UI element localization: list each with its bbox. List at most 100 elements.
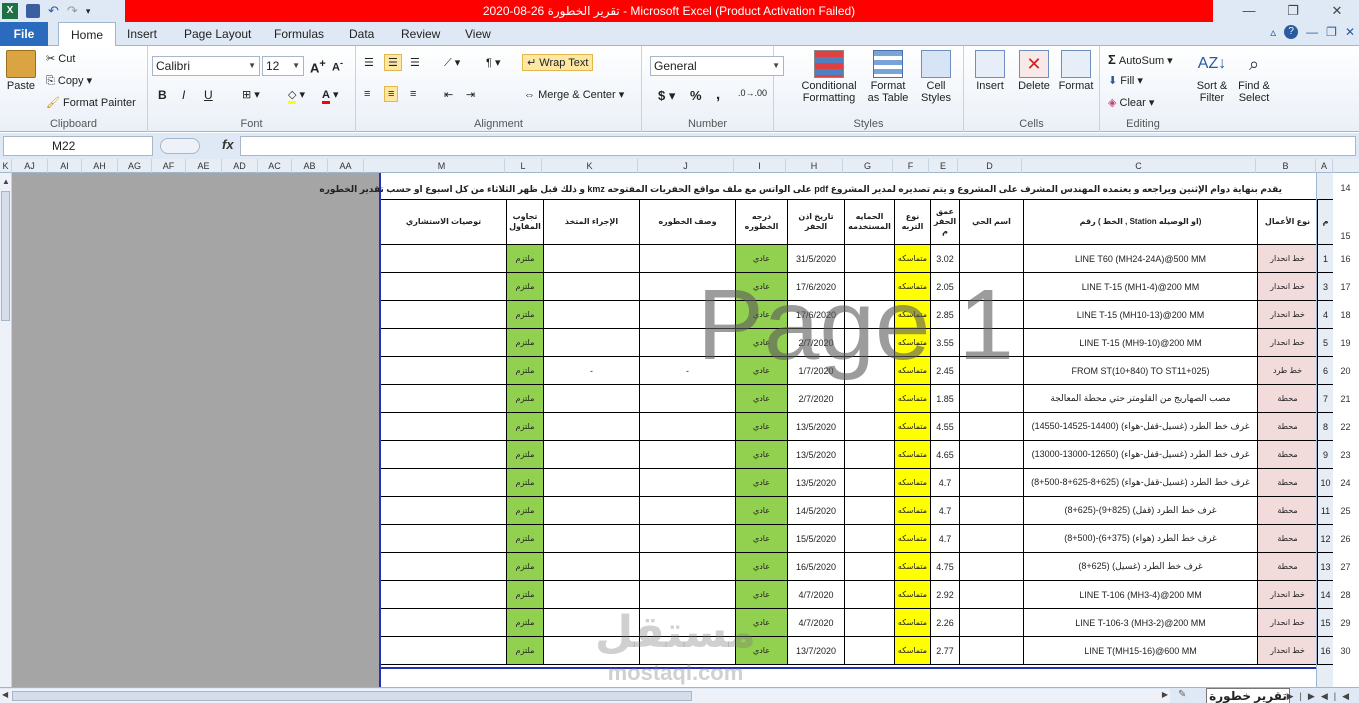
minimize-icon[interactable]: — xyxy=(1227,0,1271,22)
ribbon-minimize-icon[interactable]: ▵ xyxy=(1270,25,1276,39)
formula-input[interactable] xyxy=(240,136,1356,156)
row-index-cell[interactable]: 10 xyxy=(1317,469,1334,497)
table-cell[interactable]: - xyxy=(544,357,640,385)
table-cell[interactable] xyxy=(845,469,895,497)
scroll-right-icon[interactable]: ▶ xyxy=(1162,690,1168,699)
table-cell[interactable] xyxy=(640,469,736,497)
table-cell[interactable] xyxy=(845,609,895,637)
row-number[interactable]: 26 xyxy=(1337,534,1354,544)
delete-button[interactable]: ✕ Delete xyxy=(1014,50,1054,92)
table-cell[interactable] xyxy=(544,245,640,273)
sheet-prev-icon[interactable]: ◀ xyxy=(1321,691,1334,701)
table-cell[interactable]: عادي xyxy=(736,581,788,609)
header-cell-m[interactable]: م xyxy=(1317,199,1334,245)
table-cell[interactable]: محطة xyxy=(1258,385,1318,413)
table-cell[interactable] xyxy=(640,413,736,441)
table-cell[interactable]: 4.75 xyxy=(931,553,960,581)
table-cell[interactable] xyxy=(845,497,895,525)
window-close-icon[interactable]: ✕ xyxy=(1345,25,1355,39)
table-cell[interactable] xyxy=(544,525,640,553)
table-cell[interactable]: متماسكه xyxy=(895,329,931,357)
row-number[interactable]: 27 xyxy=(1337,562,1354,572)
table-cell[interactable] xyxy=(845,385,895,413)
column-header[interactable]: K xyxy=(542,159,638,173)
table-cell[interactable]: عادي xyxy=(736,553,788,581)
table-cell[interactable] xyxy=(544,413,640,441)
column-header[interactable]: J xyxy=(638,159,734,173)
cell-styles-button[interactable]: Cell Styles xyxy=(916,50,956,104)
table-cell[interactable]: خط انحدار xyxy=(1258,581,1318,609)
table-cell[interactable] xyxy=(845,581,895,609)
align-right-button[interactable]: ≡ xyxy=(410,88,416,100)
column-header[interactable]: AD xyxy=(222,159,258,173)
window-restore-icon[interactable]: ❐ xyxy=(1326,25,1337,39)
font-size-dropdown[interactable]: 12 ▼ xyxy=(262,56,304,76)
row-number[interactable]: 23 xyxy=(1337,450,1354,460)
wrap-text-button[interactable]: ↵ Wrap Text xyxy=(522,54,594,71)
column-header[interactable]: M xyxy=(379,159,505,173)
table-cell[interactable]: خط انحدار xyxy=(1258,273,1318,301)
row-index-cell[interactable]: 11 xyxy=(1317,497,1334,525)
table-cell[interactable]: متماسكه xyxy=(895,273,931,301)
table-cell[interactable]: 13/5/2020 xyxy=(788,469,845,497)
table-cell[interactable]: متماسكه xyxy=(895,553,931,581)
table-cell[interactable] xyxy=(381,357,507,385)
table-cell[interactable] xyxy=(640,329,736,357)
table-cell[interactable]: 13/5/2020 xyxy=(788,413,845,441)
table-cell[interactable] xyxy=(960,329,1024,357)
table-cell[interactable]: LINE T-106-3 (MH3-2)@200 MM xyxy=(1024,609,1258,637)
column-header[interactable]: AF xyxy=(152,159,186,173)
table-cell[interactable] xyxy=(381,329,507,357)
table-cell[interactable]: غرف خط الطرد (غسيل-قفل-هواء) (625+8-625+… xyxy=(1024,469,1258,497)
table-cell[interactable] xyxy=(381,245,507,273)
table-cell[interactable]: LINE T-15 (MH10-13)@200 MM xyxy=(1024,301,1258,329)
table-cell[interactable]: 2.92 xyxy=(931,581,960,609)
table-cell[interactable]: متماسكه xyxy=(895,385,931,413)
table-cell[interactable] xyxy=(640,553,736,581)
header-cell[interactable]: تاريخ اذن الحفر xyxy=(788,199,845,245)
table-cell[interactable]: عادي xyxy=(736,637,788,665)
insert-button[interactable]: Insert xyxy=(970,50,1010,92)
table-cell[interactable] xyxy=(381,637,507,665)
formula-expand-control[interactable] xyxy=(160,138,200,154)
table-cell[interactable]: LINE T-106 (MH3-4)@200 MM xyxy=(1024,581,1258,609)
table-cell[interactable]: محطة xyxy=(1258,525,1318,553)
table-cell[interactable] xyxy=(960,637,1024,665)
scroll-thumb[interactable] xyxy=(1,191,10,321)
table-cell[interactable]: 2.45 xyxy=(931,357,960,385)
table-cell[interactable] xyxy=(544,497,640,525)
table-cell[interactable] xyxy=(960,273,1024,301)
table-cell[interactable]: LINE T60 (MH24-24A)@500 MM xyxy=(1024,245,1258,273)
table-cell[interactable]: عادي xyxy=(736,413,788,441)
table-cell[interactable]: 13/5/2020 xyxy=(788,441,845,469)
table-cell[interactable]: خط طرد xyxy=(1258,357,1318,385)
column-header[interactable]: AG xyxy=(118,159,152,173)
tab-formulas[interactable]: Formulas xyxy=(274,22,324,46)
header-cell[interactable]: الحمايه المستخدمه xyxy=(845,199,895,245)
table-cell[interactable]: مصب الصهاريج من القلومتر حتي محطة المعال… xyxy=(1024,385,1258,413)
column-header[interactable]: A xyxy=(1316,159,1333,173)
excel-icon[interactable]: X xyxy=(2,3,18,19)
table-cell[interactable]: ملتزم xyxy=(507,609,544,637)
table-cell[interactable] xyxy=(960,609,1024,637)
help-icon[interactable]: ? xyxy=(1284,25,1299,39)
table-cell[interactable]: 4.7 xyxy=(931,469,960,497)
table-cell[interactable]: ملتزم xyxy=(507,441,544,469)
table-cell[interactable]: 14/5/2020 xyxy=(788,497,845,525)
table-cell[interactable]: 4/7/2020 xyxy=(788,609,845,637)
table-cell[interactable]: عادي xyxy=(736,357,788,385)
table-cell[interactable]: متماسكه xyxy=(895,357,931,385)
table-cell[interactable] xyxy=(845,245,895,273)
table-cell[interactable]: عادي xyxy=(736,497,788,525)
table-cell[interactable] xyxy=(845,553,895,581)
table-cell[interactable]: متماسكه xyxy=(895,637,931,665)
tab-view[interactable]: View xyxy=(465,22,491,46)
scroll-up-icon[interactable]: ▲ xyxy=(2,177,10,186)
tab-home[interactable]: Home xyxy=(58,22,117,47)
sheet-last-icon[interactable]: ▶| xyxy=(1287,691,1308,701)
table-cell[interactable] xyxy=(544,441,640,469)
table-cell[interactable]: ملتزم xyxy=(507,637,544,665)
table-cell[interactable]: متماسكه xyxy=(895,469,931,497)
align-left-button[interactable]: ≡ xyxy=(364,88,370,100)
table-cell[interactable]: عادي xyxy=(736,385,788,413)
